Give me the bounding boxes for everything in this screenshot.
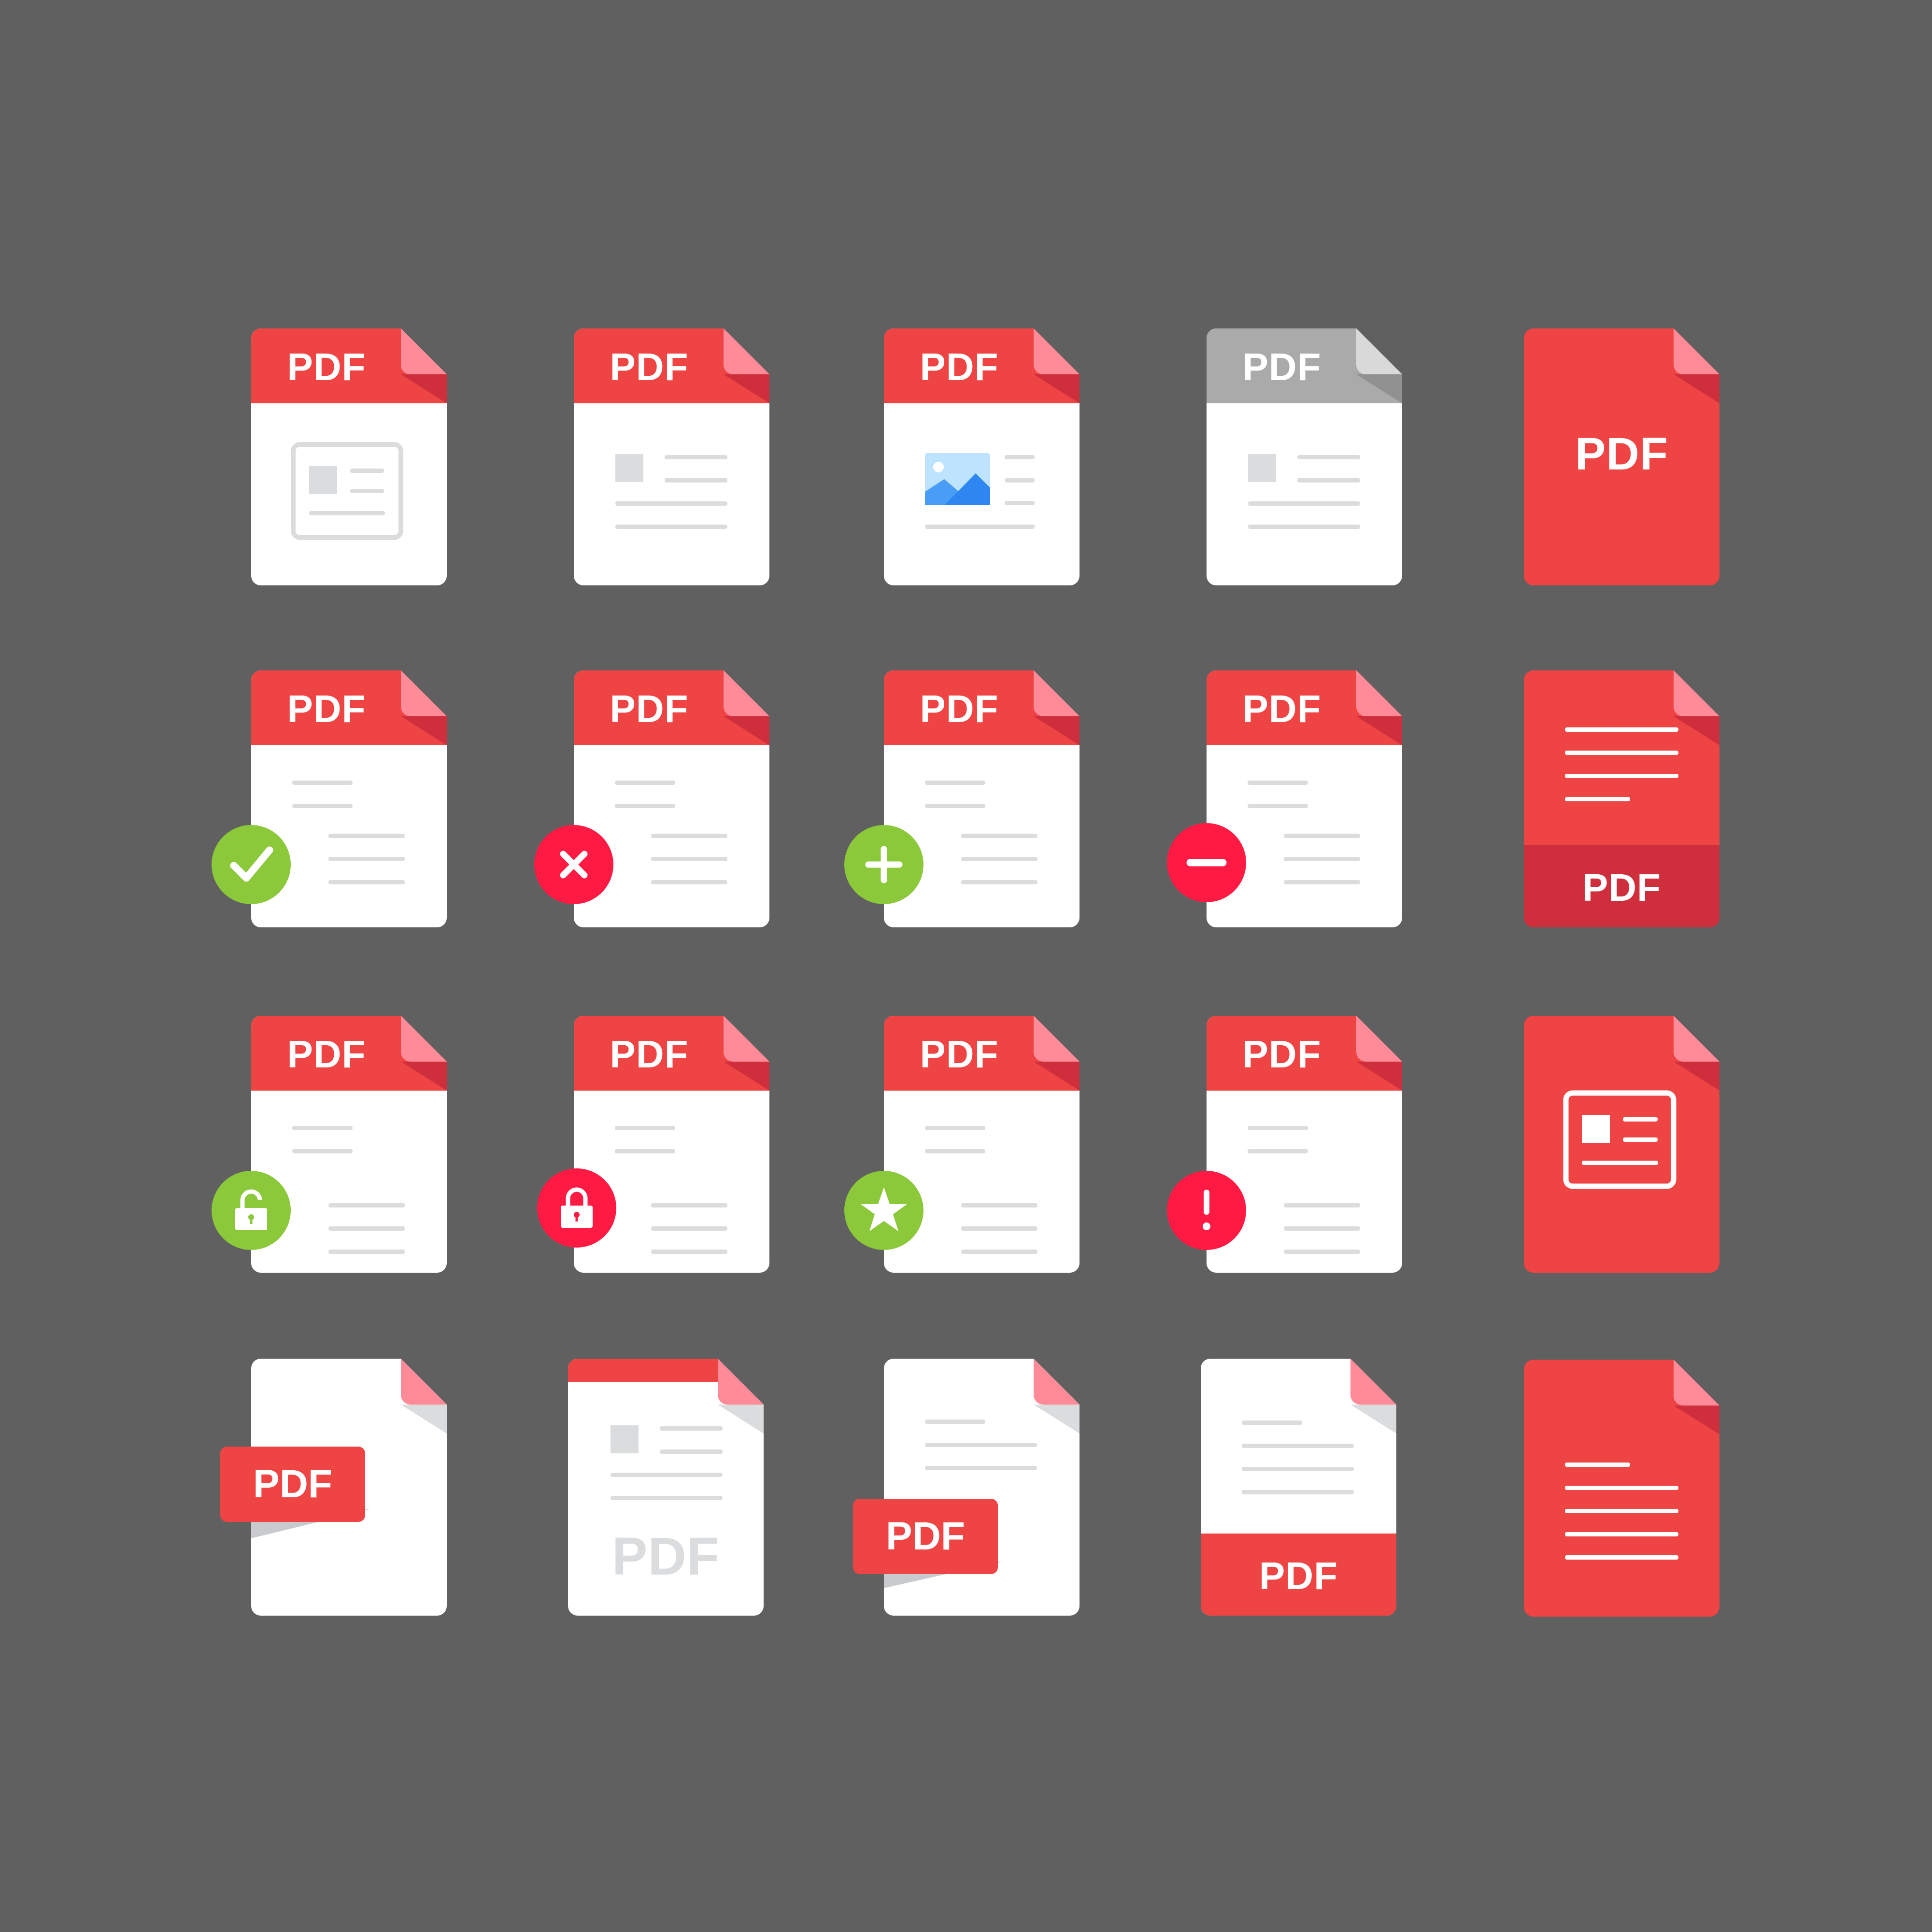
pdf-warning-icon: PDF xyxy=(1167,1016,1409,1277)
image-icon xyxy=(925,453,990,505)
lock-icon xyxy=(537,1168,616,1248)
pdf-minus-icon: PDF xyxy=(1167,670,1409,931)
file-type-label: PDF xyxy=(1242,345,1321,388)
file-type-label: PDF xyxy=(612,1527,720,1586)
file-type-label: PDF xyxy=(1242,687,1321,730)
file-type-label: PDF xyxy=(1575,428,1668,480)
pdf-locked-icon: PDF xyxy=(537,1016,777,1277)
check-icon xyxy=(212,825,291,904)
pdf-footer-icon: PDF xyxy=(1201,1359,1404,1619)
unlock-icon xyxy=(212,1171,291,1250)
plus-icon xyxy=(844,825,923,904)
pdf-file-gray-icon: PDF xyxy=(1207,328,1409,589)
file-type-label: PDF xyxy=(1259,1554,1338,1597)
minus-icon xyxy=(1167,823,1246,902)
pdf-file-icon: PDF xyxy=(251,328,454,589)
file-type-label: PDF xyxy=(920,1033,999,1076)
file-type-label: PDF xyxy=(610,345,689,388)
document-shape xyxy=(884,1359,1080,1616)
file-type-tag: PDF xyxy=(853,1499,998,1574)
pdf-ghost-label-icon: PDF xyxy=(568,1359,771,1619)
file-type-label: PDF xyxy=(920,687,999,730)
pdf-file-solid-icon: PDF xyxy=(1524,328,1727,589)
file-type-label: PDF xyxy=(610,687,689,730)
file-type-tag: PDF xyxy=(220,1447,365,1522)
file-type-label: PDF xyxy=(920,345,999,388)
pdf-text-tag-icon: PDF xyxy=(853,1359,1087,1619)
pdf-file-icon: PDF xyxy=(884,328,1087,589)
file-type-label: PDF xyxy=(287,1033,366,1076)
pdf-text-solid-icon xyxy=(1524,1360,1727,1620)
icon-set: PDF PDF PDF PDF PDF PDF PDF PDF PDF PDF … xyxy=(0,0,1932,1932)
document-shape xyxy=(1524,1016,1719,1273)
pdf-file-icon: PDF xyxy=(574,328,777,589)
file-type-label: PDF xyxy=(1242,1033,1321,1076)
pdf-add-icon: PDF xyxy=(844,670,1087,931)
star-icon xyxy=(844,1171,923,1250)
pdf-check-icon: PDF xyxy=(212,670,454,931)
pdf-document-icon: PDF xyxy=(1524,670,1727,931)
document-shape xyxy=(1524,1360,1719,1617)
file-type-label: PDF xyxy=(610,1033,689,1076)
exclamation-icon xyxy=(1167,1171,1246,1250)
pdf-card-icon xyxy=(1524,1016,1727,1277)
pdf-unlocked-icon: PDF xyxy=(212,1016,454,1277)
pdf-remove-icon: PDF xyxy=(534,670,777,931)
close-icon xyxy=(534,825,613,904)
file-type-label: PDF xyxy=(287,345,366,388)
pdf-favorite-icon: PDF xyxy=(844,1016,1087,1277)
file-type-label: PDF xyxy=(1582,866,1661,909)
file-type-label: PDF xyxy=(287,687,366,730)
pdf-tag-icon: PDF xyxy=(220,1359,454,1619)
